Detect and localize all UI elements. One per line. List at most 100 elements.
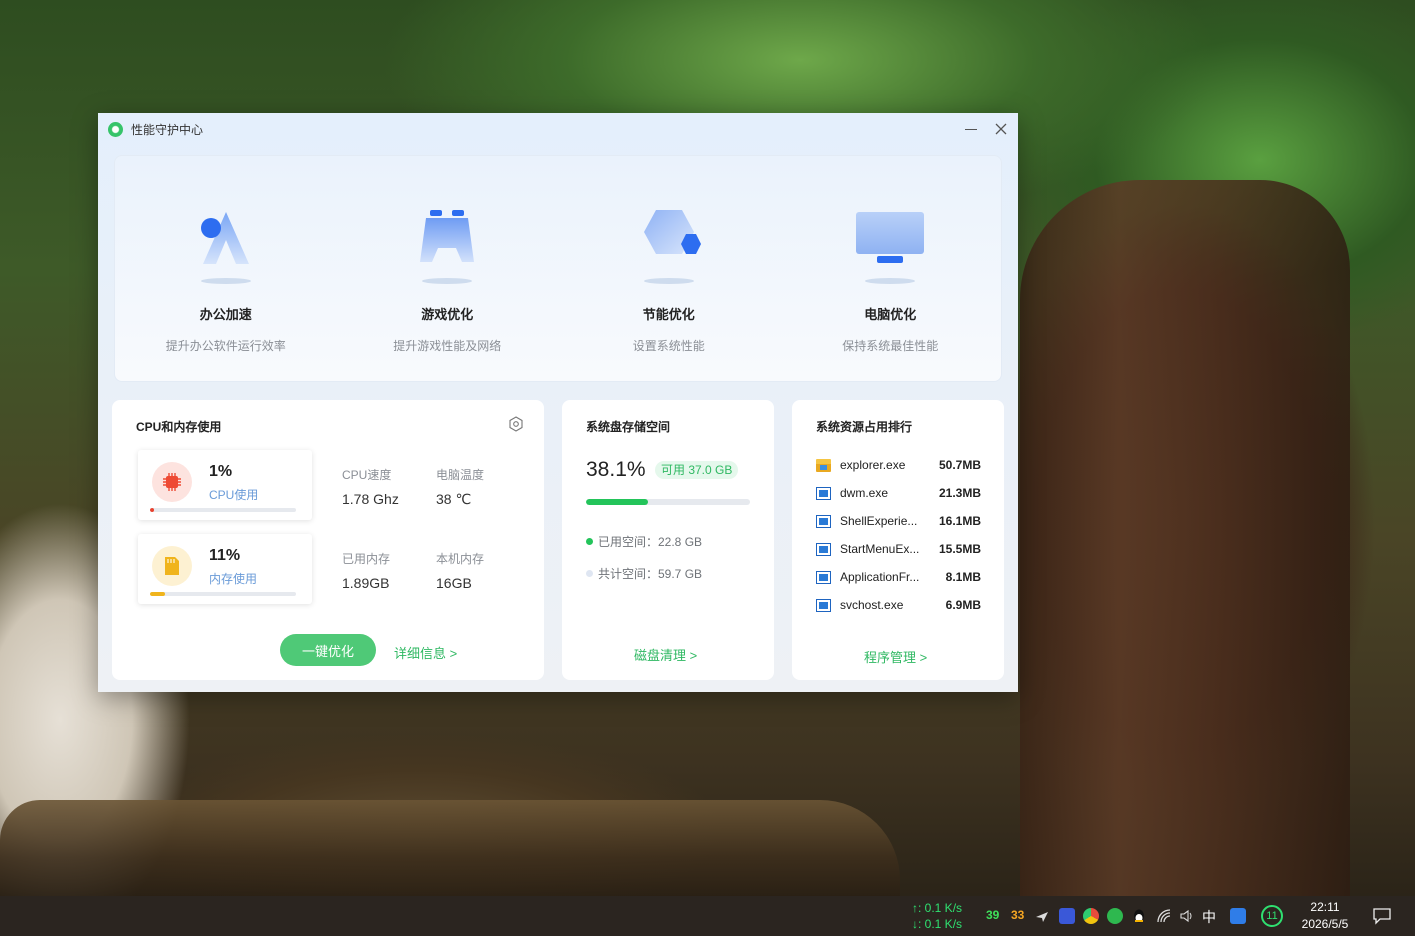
wallpaper-tree-trunk xyxy=(1020,180,1350,896)
process-row[interactable]: StartMenuEx... 15.5MB xyxy=(816,540,981,558)
app-window-icon xyxy=(816,598,831,612)
performance-center-window: 性能守护中心 办公加速 提升办公软件运行效率 游戏优化 提升游戏性能及网络 节能… xyxy=(98,113,1018,692)
feature-desc: 提升办公软件运行效率 xyxy=(165,339,286,353)
disk-usage-fill xyxy=(586,499,649,505)
memory-usage-label: 内存使用 xyxy=(209,572,258,586)
disk-total-text: 共计空间：59.7 GB xyxy=(598,567,703,581)
feature-name: 节能优化 xyxy=(642,307,695,322)
disk-total-row: 共计空间：59.7 GB xyxy=(586,565,702,582)
close-button[interactable] xyxy=(988,117,1014,141)
temperature-b[interactable]: 33 xyxy=(1011,908,1024,922)
feature-panel: 办公加速 提升办公软件运行效率 游戏优化 提升游戏性能及网络 节能优化 设置系统… xyxy=(114,155,1002,382)
used-memory-stat: 已用内存 1.89GB xyxy=(342,550,390,591)
feature-name: 电脑优化 xyxy=(864,307,917,322)
cpu-usage-fill xyxy=(150,508,155,512)
energy-hexagon-icon xyxy=(634,204,704,284)
stat-label: 已用内存 xyxy=(342,552,391,566)
resource-ranking-card: 系统资源占用排行 explorer.exe 50.7MB dwm.exe 21.3MB… xyxy=(792,400,1004,680)
network-speed-monitor[interactable]: ↑: 0.1 K/s ↓: 0.1 K/s xyxy=(912,900,962,932)
card-title: 系统资源占用排行 xyxy=(816,420,913,434)
feature-pc-optimize[interactable]: 电脑优化 保持系统最佳性能 xyxy=(780,156,1002,381)
disk-cleanup-link[interactable]: 磁盘清理 > xyxy=(634,645,697,664)
process-name: StartMenuEx... xyxy=(840,542,920,556)
cpu-speed-stat: CPU速度 1.78 Ghz xyxy=(342,466,399,507)
cpu-memory-card: CPU和内存使用 1% CPU使用 11% 内存使用 CPU速度 1.78 Gh… xyxy=(112,400,544,680)
feature-name: 游戏优化 xyxy=(421,307,474,322)
notification-icon xyxy=(1373,908,1391,925)
details-link[interactable]: 详细信息 > xyxy=(394,643,457,662)
program-manage-link[interactable]: 程序管理 > xyxy=(864,647,927,666)
browser-tray-icon[interactable] xyxy=(1083,908,1099,924)
process-memory: 6.9MB xyxy=(945,598,981,612)
clock-date: 2026/5/5 xyxy=(1301,917,1349,931)
process-row[interactable]: dwm.exe 21.3MB xyxy=(816,484,981,502)
stat-value: 38 ℃ xyxy=(436,491,472,507)
stat-value: 1.78 Ghz xyxy=(342,491,399,507)
security-tray-icon[interactable] xyxy=(1107,908,1123,924)
app-logo-icon xyxy=(108,121,123,137)
one-click-optimize-button[interactable]: 一键优化 xyxy=(280,634,376,666)
app-window-icon xyxy=(816,542,831,556)
airplane-icon[interactable] xyxy=(1034,908,1050,924)
stat-value: 1.89GB xyxy=(342,575,390,591)
office-boost-icon xyxy=(191,204,261,284)
system-disk-card: 系统盘存储空间 38.1% 可用 37.0 GB 已用空间：22.8 GB 共计… xyxy=(562,400,774,680)
chip-icon xyxy=(152,462,192,502)
temperature-a[interactable]: 39 xyxy=(986,908,999,922)
process-row[interactable]: svchost.exe 6.9MB xyxy=(816,596,981,614)
stat-label: CPU速度 xyxy=(342,468,392,482)
upload-speed: ↑: 0.1 K/s xyxy=(912,901,963,915)
cpu-usage-label: CPU使用 xyxy=(209,488,259,502)
process-memory: 21.3MB xyxy=(938,486,981,500)
disk-usage-bar xyxy=(586,499,750,505)
used-dot-icon xyxy=(586,538,593,545)
process-row[interactable]: ApplicationFr... 8.1MB xyxy=(816,568,981,586)
ime-indicator[interactable]: 中 xyxy=(1202,907,1216,927)
stat-label: 本机内存 xyxy=(436,552,485,566)
stat-label: 电脑温度 xyxy=(436,468,485,482)
memory-usage-fill xyxy=(150,592,165,596)
feature-office-boost[interactable]: 办公加速 提升办公软件运行效率 xyxy=(115,156,337,381)
qq-penguin-icon[interactable] xyxy=(1131,908,1147,924)
clock[interactable]: 22:11 2026/5/5 xyxy=(1290,899,1360,933)
process-row[interactable]: explorer.exe 50.7MB xyxy=(816,456,981,474)
process-name: svchost.exe xyxy=(840,598,904,612)
process-name: ApplicationFr... xyxy=(840,570,920,584)
disk-usage-percent: 38.1% xyxy=(586,458,646,481)
volume-icon[interactable] xyxy=(1179,908,1195,924)
disk-available-badge: 可用 37.0 GB xyxy=(655,461,739,479)
memory-usage-bar xyxy=(150,592,296,596)
card-title: CPU和内存使用 xyxy=(136,420,222,434)
cpu-usage-bar xyxy=(150,508,296,512)
gamepad-icon xyxy=(412,204,482,284)
title-bar[interactable]: 性能守护中心 xyxy=(98,113,1018,145)
notification-center-button[interactable] xyxy=(1370,904,1394,928)
memory-usage-tile: 11% 内存使用 xyxy=(138,534,312,604)
minimize-button[interactable] xyxy=(958,117,984,141)
cpu-usage-tile: 1% CPU使用 xyxy=(138,450,312,520)
process-memory: 15.5MB xyxy=(938,542,981,556)
clock-time: 22:11 xyxy=(1310,900,1340,914)
stat-value: 16GB xyxy=(436,575,472,591)
window-title: 性能守护中心 xyxy=(131,122,204,137)
folder-icon xyxy=(816,458,831,472)
process-memory: 16.1MB xyxy=(938,514,981,528)
pc-temperature-stat: 电脑温度 38 ℃ xyxy=(436,466,484,508)
app-window-icon xyxy=(816,570,831,584)
search-app-icon[interactable] xyxy=(1230,908,1246,924)
feature-energy-optimize[interactable]: 节能优化 设置系统性能 xyxy=(558,156,780,381)
gear-icon[interactable] xyxy=(508,416,524,432)
wifi-icon[interactable] xyxy=(1156,908,1172,924)
app-tray-icon[interactable] xyxy=(1059,908,1075,924)
process-row[interactable]: ShellExperie... 16.1MB xyxy=(816,512,981,530)
feature-desc: 提升游戏性能及网络 xyxy=(393,339,502,353)
process-name: ShellExperie... xyxy=(840,514,918,528)
feature-game-optimize[interactable]: 游戏优化 提升游戏性能及网络 xyxy=(337,156,559,381)
monitor-icon xyxy=(855,204,925,284)
app-window-icon xyxy=(816,514,831,528)
total-memory-stat: 本机内存 16GB xyxy=(436,550,484,591)
card-title: 系统盘存储空间 xyxy=(586,420,671,434)
close-icon xyxy=(995,123,1007,135)
process-name: explorer.exe xyxy=(840,458,906,472)
badge-count[interactable]: 11 xyxy=(1261,905,1283,927)
